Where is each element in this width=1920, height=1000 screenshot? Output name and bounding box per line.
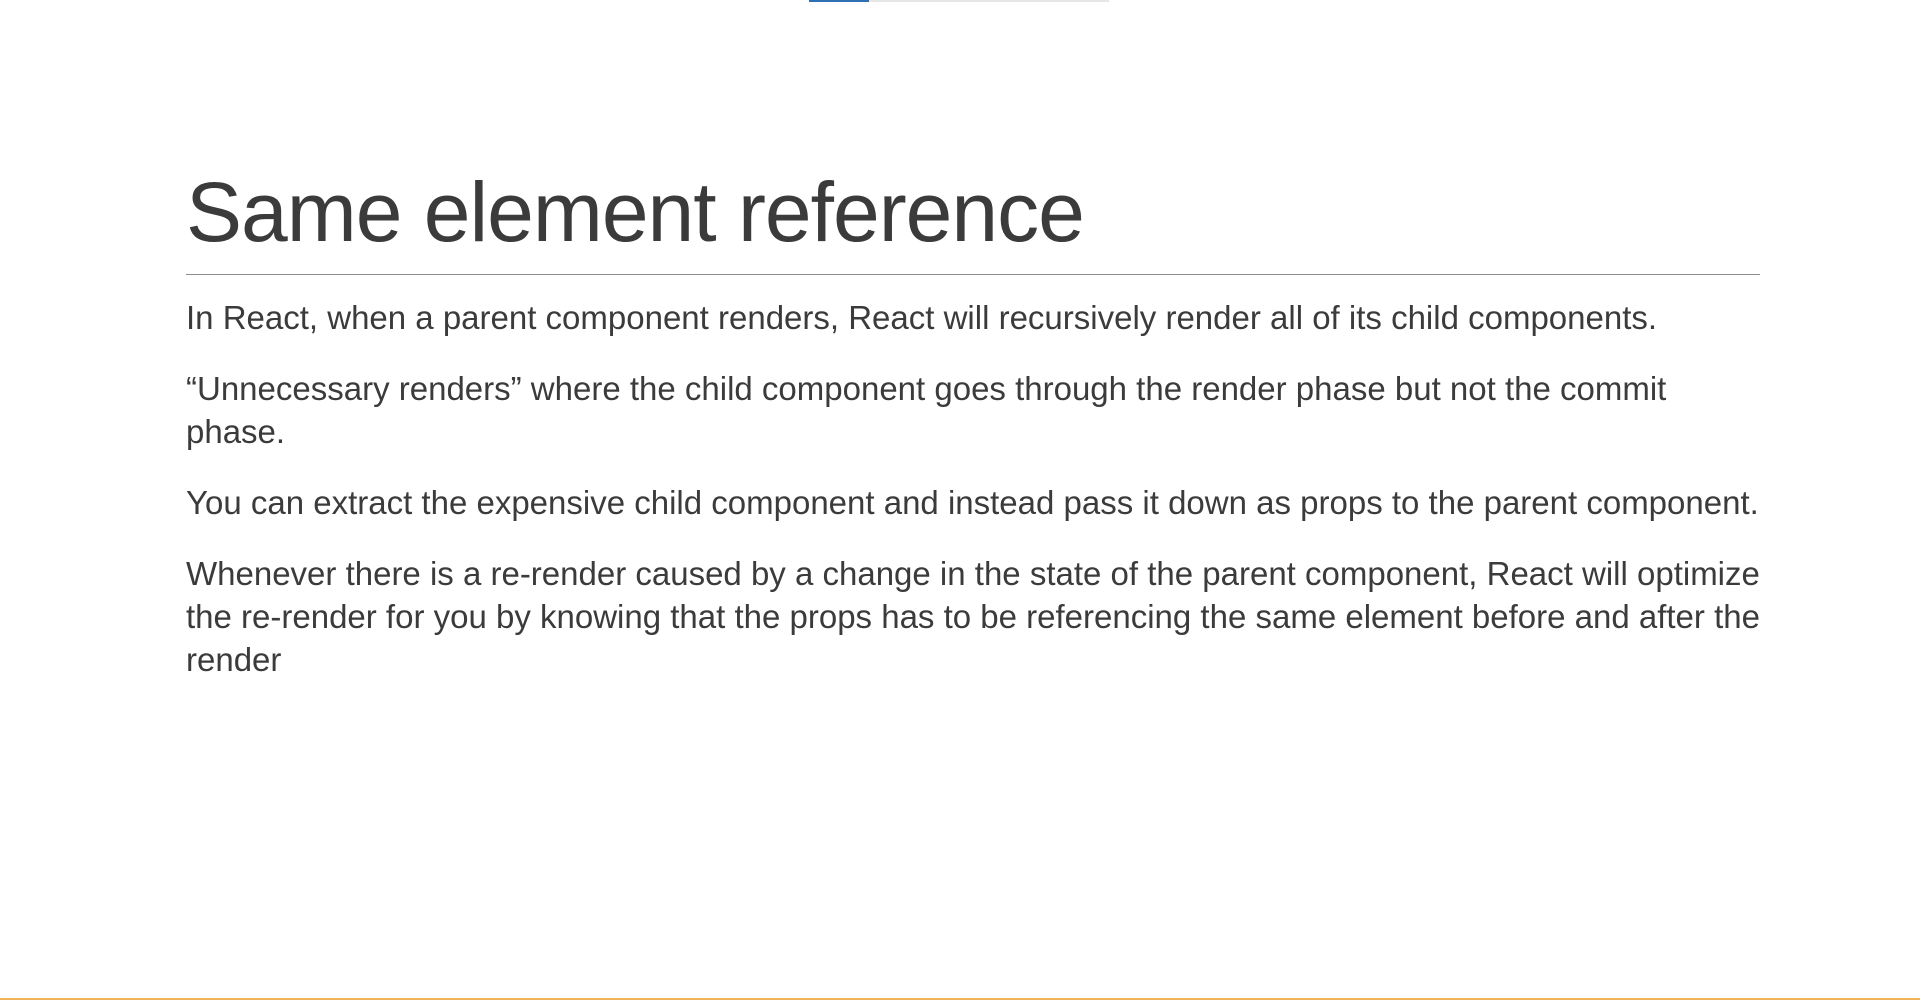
- slide: Same element reference In React, when a …: [0, 0, 1920, 1000]
- body-paragraph-3: You can extract the expensive child comp…: [186, 484, 1759, 521]
- slide-progress-bar: [809, 0, 1109, 2]
- slide-body: In React, when a parent component render…: [186, 296, 1766, 709]
- slide-title: Same element reference: [186, 165, 1085, 259]
- body-paragraph-4: Whenever there is a re-render caused by …: [186, 555, 1760, 678]
- title-divider: [186, 274, 1760, 275]
- slide-progress-fill: [809, 0, 869, 2]
- body-paragraph-2: “Unnecessary renders” where the child co…: [186, 370, 1667, 450]
- body-paragraph-1: In React, when a parent component render…: [186, 299, 1658, 336]
